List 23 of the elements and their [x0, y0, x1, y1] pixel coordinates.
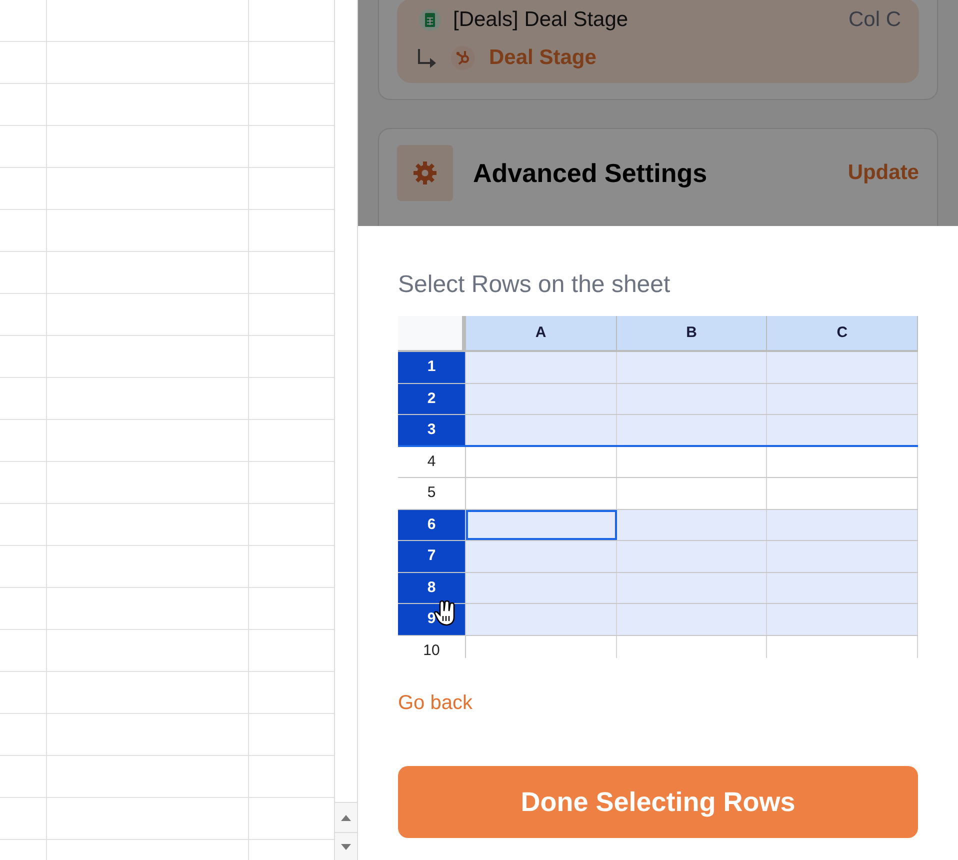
- column-header: B: [616, 316, 768, 350]
- column-header: A: [466, 316, 617, 350]
- column-header: C: [767, 316, 918, 350]
- return-arrow-icon: [415, 47, 437, 69]
- down-arrow-icon: [340, 844, 351, 850]
- advanced-settings-title: Advanced Settings: [473, 156, 708, 190]
- row-header[interactable]: 6: [398, 510, 466, 540]
- sheet-column-name: [Deals] Deal Stage: [453, 7, 628, 34]
- settings-icon: [397, 145, 453, 201]
- hand-cursor-icon: [434, 600, 456, 626]
- row-header[interactable]: 7: [398, 541, 466, 572]
- hub-icon: [451, 46, 475, 70]
- scroll-up-button[interactable]: [334, 802, 357, 832]
- column-reference: Col C: [848, 7, 901, 34]
- row-header[interactable]: 1: [398, 352, 466, 382]
- up-arrow-icon: [340, 814, 351, 820]
- row-header[interactable]: 2: [398, 384, 466, 414]
- spreadsheet-icon: [419, 9, 441, 31]
- scroll-down-button[interactable]: [334, 832, 357, 860]
- row-header[interactable]: 8: [398, 572, 466, 603]
- select-rows-prompt: Select Rows on the sheet: [398, 270, 672, 300]
- row-header[interactable]: 3: [398, 415, 466, 444]
- target-field-name: Deal Stage: [489, 45, 596, 72]
